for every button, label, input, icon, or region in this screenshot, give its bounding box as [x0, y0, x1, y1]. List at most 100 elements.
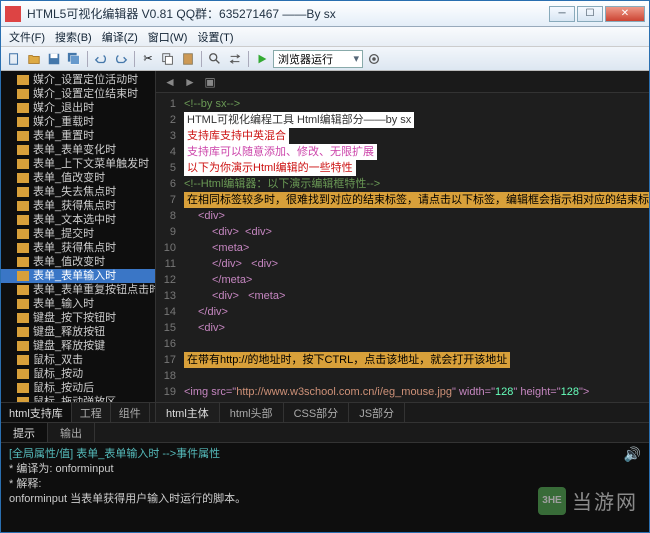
sidebar-tab-component[interactable]: 组件	[111, 403, 150, 422]
editor-toggle-icon[interactable]: ▣	[202, 74, 218, 90]
tree-item[interactable]: 表单_表单重复按钮点击时	[1, 283, 155, 297]
menu-search[interactable]: 搜索(B)	[51, 28, 96, 46]
tree-item-label: 键盘_释放按钮	[33, 325, 105, 339]
line-number: 17	[156, 352, 176, 368]
tree-item[interactable]: 鼠标_双击	[1, 353, 155, 367]
tree-item[interactable]: 表单_获得焦点时	[1, 241, 155, 255]
editor-tab-js[interactable]: JS部分	[349, 403, 405, 422]
tree-item[interactable]: 媒介_重载时	[1, 115, 155, 129]
tree-item[interactable]: 表单_重置时	[1, 129, 155, 143]
save-all-icon[interactable]	[65, 50, 83, 68]
tree-item[interactable]: 表单_失去焦点时	[1, 185, 155, 199]
bottom-panel: 提示 输出 🔊 [全局属性/值] 表单_表单输入时 -->事件属性 * 编译为:…	[1, 422, 649, 532]
tree-item[interactable]: 鼠标_拖动弹放区	[1, 395, 155, 402]
tree-item-label: 表单_输入时	[33, 297, 94, 311]
tree-item-label: 表单_文本选中时	[33, 213, 116, 227]
menu-settings[interactable]: 设置(T)	[193, 28, 237, 46]
tree-item[interactable]: 表单_表单输入时	[1, 269, 155, 283]
cut-icon[interactable]: ✂	[139, 50, 157, 68]
tree-item[interactable]: 媒介_设置定位活动时	[1, 73, 155, 87]
sidebar-tabs: html支持库 工程 组件	[1, 402, 155, 422]
folder-icon	[17, 131, 29, 141]
line-number: 1	[156, 96, 176, 112]
bottom-tab-hint[interactable]: 提示	[1, 423, 48, 442]
tree-item-label: 鼠标_双击	[33, 353, 83, 367]
tree-view[interactable]: 媒介_设置定位活动时媒介_设置定位结束时媒介_退出时媒介_重载时表单_重置时表单…	[1, 71, 155, 402]
folder-icon	[17, 383, 29, 393]
folder-icon	[17, 313, 29, 323]
folder-icon	[17, 89, 29, 99]
tree-item[interactable]: 表单_获得焦点时	[1, 199, 155, 213]
bottom-tab-output[interactable]: 输出	[48, 423, 95, 442]
bottom-tabs: 提示 输出	[1, 423, 649, 443]
tree-item[interactable]: 表单_表单变化时	[1, 143, 155, 157]
maximize-button[interactable]: ☐	[577, 6, 603, 22]
save-icon[interactable]	[45, 50, 63, 68]
tree-item-label: 表单_获得焦点时	[33, 199, 116, 213]
redo-icon[interactable]	[112, 50, 130, 68]
tree-item[interactable]: 鼠标_按动	[1, 367, 155, 381]
menu-compile[interactable]: 编译(Z)	[98, 28, 142, 46]
close-button[interactable]: ✕	[605, 6, 645, 22]
tree-item[interactable]: 表单_输入时	[1, 297, 155, 311]
editor-tab-body[interactable]: html主体	[156, 403, 220, 422]
tree-item[interactable]: 表单_上下文菜单触发时	[1, 157, 155, 171]
sidebar: 媒介_设置定位活动时媒介_设置定位结束时媒介_退出时媒介_重载时表单_重置时表单…	[1, 71, 156, 422]
folder-icon	[17, 159, 29, 169]
sound-icon[interactable]: 🔊	[624, 447, 641, 462]
tree-item[interactable]: 鼠标_按动后	[1, 381, 155, 395]
editor-nav-back-icon[interactable]: ◄	[162, 74, 178, 90]
tree-item-label: 媒介_设置定位结束时	[33, 87, 138, 101]
find-icon[interactable]	[206, 50, 224, 68]
tree-item-label: 表单_上下文菜单触发时	[33, 157, 149, 171]
editor-tabs: html主体 html头部 CSS部分 JS部分	[156, 402, 649, 422]
window-title: HTML5可视化编辑器 V0.81 QQ群：635271467 ——By sx	[27, 5, 549, 22]
watermark-text: 当游网	[572, 486, 638, 515]
undo-icon[interactable]	[92, 50, 110, 68]
folder-icon	[17, 201, 29, 211]
code-highlight-line: 在相同标签较多时，很难找到对应的结束标签，请点击以下标签，编辑框会指示相对应的结…	[184, 192, 649, 208]
menu-window[interactable]: 窗口(W)	[144, 28, 192, 46]
editor-toolbar: ◄ ► ▣	[156, 71, 649, 93]
tree-item[interactable]: 媒介_退出时	[1, 101, 155, 115]
run-target-select[interactable]: 浏览器运行	[273, 50, 363, 68]
editor-tab-head[interactable]: html头部	[220, 403, 284, 422]
open-file-icon[interactable]	[25, 50, 43, 68]
tree-item[interactable]: 表单_文本选中时	[1, 213, 155, 227]
minimize-button[interactable]: ─	[549, 6, 575, 22]
titlebar[interactable]: HTML5可视化编辑器 V0.81 QQ群：635271467 ——By sx …	[1, 1, 649, 27]
menu-file[interactable]: 文件(F)	[5, 28, 49, 46]
tree-item[interactable]: 键盘_释放按键	[1, 339, 155, 353]
toolbar-separator	[134, 51, 135, 67]
tree-item[interactable]: 表单_值改变时	[1, 171, 155, 185]
line-number: 2	[156, 112, 176, 128]
tree-item-label: 键盘_按下按钮时	[33, 311, 116, 325]
folder-icon	[17, 243, 29, 253]
tree-item-label: 鼠标_按动后	[33, 381, 94, 395]
copy-icon[interactable]	[159, 50, 177, 68]
editor-tab-css[interactable]: CSS部分	[284, 403, 350, 422]
line-gutter[interactable]: 123456789101112131415161718192021	[156, 93, 180, 402]
tree-item[interactable]: 键盘_释放按钮	[1, 325, 155, 339]
line-number: 10	[156, 240, 176, 256]
new-file-icon[interactable]	[5, 50, 23, 68]
toolbar: ✂ 浏览器运行	[1, 47, 649, 71]
code-highlight-line: 在带有http://的地址时，按下CTRL，点击该地址，就会打开该地址	[184, 352, 510, 368]
sidebar-tab-project[interactable]: 工程	[72, 403, 111, 422]
run-icon[interactable]	[253, 50, 271, 68]
tree-item[interactable]: 表单_值改变时	[1, 255, 155, 269]
settings-icon[interactable]	[365, 50, 383, 68]
paste-icon[interactable]	[179, 50, 197, 68]
editor-nav-fwd-icon[interactable]: ►	[182, 74, 198, 90]
toolbar-separator	[201, 51, 202, 67]
app-icon	[5, 6, 21, 22]
tree-item-label: 表单_提交时	[33, 227, 94, 241]
tree-item[interactable]: 媒介_设置定位结束时	[1, 87, 155, 101]
folder-icon	[17, 117, 29, 127]
replace-icon[interactable]	[226, 50, 244, 68]
line-number: 3	[156, 128, 176, 144]
tree-item[interactable]: 表单_提交时	[1, 227, 155, 241]
tree-item[interactable]: 键盘_按下按钮时	[1, 311, 155, 325]
sidebar-tab-html[interactable]: html支持库	[1, 403, 72, 422]
code-area[interactable]: <!--by sx--> HTML可视化编程工具 Html编辑部分——by sx…	[180, 93, 649, 402]
